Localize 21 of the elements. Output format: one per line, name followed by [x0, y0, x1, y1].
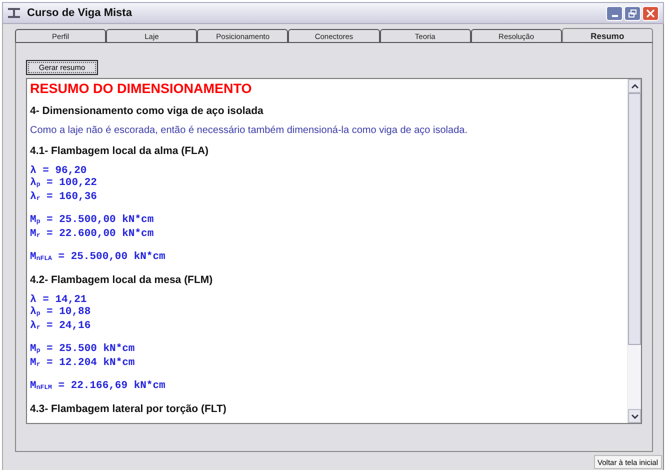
section-heading: 4.1- Flambagem local da alma (FLA)	[30, 145, 210, 157]
scrollbar[interactable]	[627, 79, 641, 423]
scroll-up-icon[interactable]	[628, 79, 641, 93]
value-line: λ = 14,21	[30, 294, 88, 306]
paragraph: Como a laje não é escorada, então é necessário também dimensioná-la como viga de aço isolada.	[30, 125, 468, 136]
window-title: Curso de Viga Mista	[27, 7, 133, 19]
scroll-thumb[interactable]	[628, 93, 641, 345]
beam-icon	[7, 7, 21, 19]
tab[interactable]: Resumo	[562, 28, 653, 43]
scroll-down-icon[interactable]	[628, 409, 641, 423]
close-icon	[646, 8, 655, 18]
value-line: λ = 96,20	[30, 165, 88, 177]
minimize-button[interactable]	[606, 6, 623, 20]
section-heading: 4.3- Flambagem lateral por torção (FLT)	[30, 403, 228, 415]
restore-icon	[628, 8, 637, 18]
section-heading: 4.2- Flambagem local da mesa (FLM)	[30, 274, 214, 286]
section-heading: 4- Dimensionamento como viga de aço isolada	[30, 105, 264, 117]
minimize-icon	[612, 15, 618, 17]
close-button[interactable]	[642, 6, 659, 20]
restore-button[interactable]	[624, 6, 641, 20]
report-title: RESUMO DO DIMENSIONAMENTO	[30, 81, 253, 96]
